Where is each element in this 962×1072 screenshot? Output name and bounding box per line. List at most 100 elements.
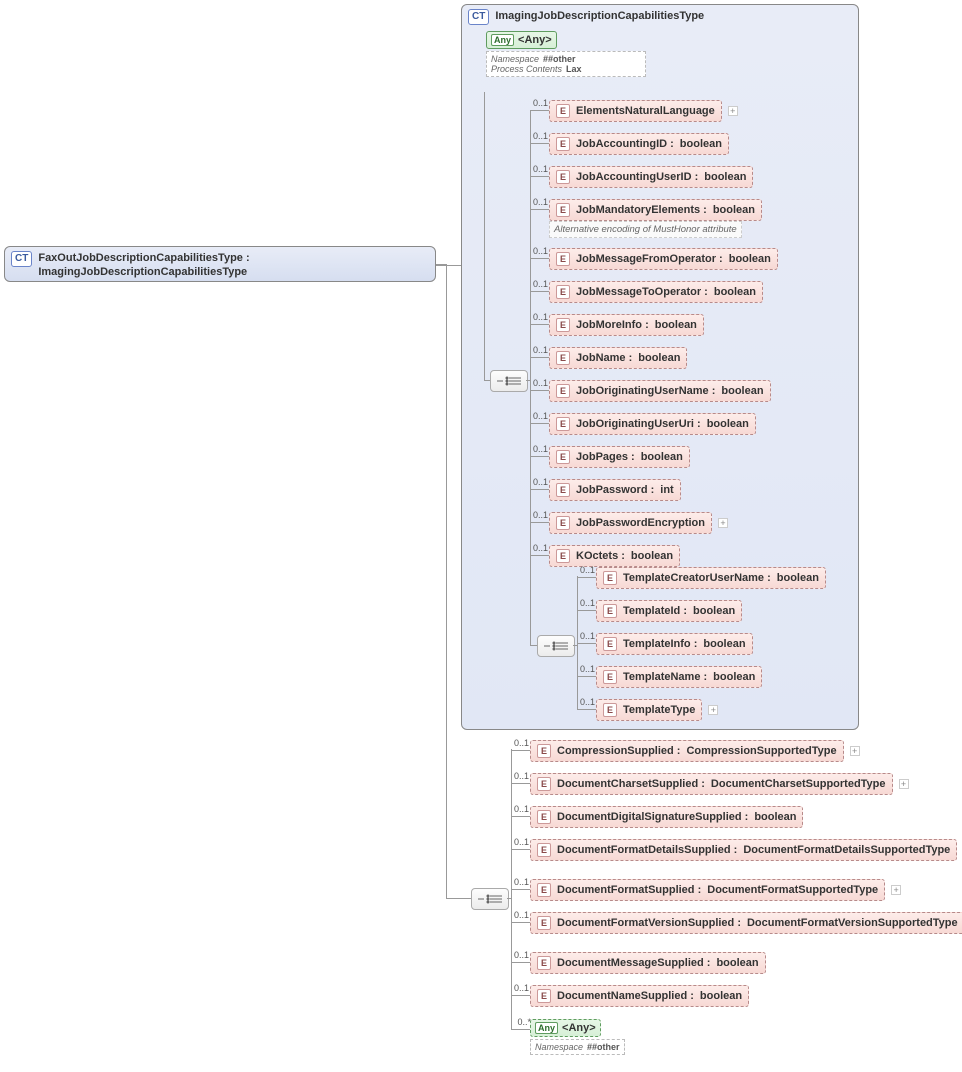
element-box[interactable]: EDocumentFormatDetailsSupplied : Documen…: [530, 839, 957, 861]
element-box[interactable]: EJobOriginatingUserName : boolean: [549, 380, 771, 402]
any-details: Namespace##other: [530, 1039, 625, 1055]
any-badge: Any: [535, 1022, 558, 1034]
element-name: JobMessageToOperator :: [576, 286, 708, 298]
element-box[interactable]: EJobOriginatingUserUri : boolean: [549, 413, 756, 435]
element-node: ETemplateType +: [596, 699, 718, 721]
connector-line: [577, 709, 596, 710]
element-box[interactable]: EJobAccountingID : boolean: [549, 133, 729, 155]
connector-line: [511, 849, 530, 850]
element-name: TemplateName :: [623, 671, 707, 683]
connector-line: [530, 423, 549, 424]
element-node: EJobPages : boolean: [549, 446, 690, 468]
element-node: EJobName : boolean: [549, 347, 687, 369]
element-name: DocumentMessageSupplied :: [557, 957, 710, 969]
occurrence-label: 0..1: [499, 804, 529, 814]
element-name: DocumentNameSupplied :: [557, 990, 694, 1002]
element-box[interactable]: E TemplateCreatorUserName : boolean: [596, 567, 826, 589]
element-badge: E: [556, 285, 570, 299]
element-badge: E: [603, 604, 617, 618]
element-box[interactable]: EDocumentCharsetSupplied : DocumentChars…: [530, 773, 893, 795]
connector-line: [573, 645, 577, 646]
element-type: boolean: [641, 451, 683, 463]
element-box[interactable]: ECompressionSupplied : CompressionSuppor…: [530, 740, 844, 762]
element-box[interactable]: EJobMessageFromOperator : boolean: [549, 248, 778, 270]
element-type: boolean: [638, 352, 680, 364]
element-badge: E: [556, 450, 570, 464]
connector-line: [511, 1029, 530, 1030]
element-name: JobAccountingID :: [576, 138, 674, 150]
element-box[interactable]: EJobPages : boolean: [549, 446, 690, 468]
element-box[interactable]: EDocumentFormatSupplied : DocumentFormat…: [530, 879, 885, 901]
expand-icon[interactable]: +: [850, 746, 860, 756]
root-complex-type: CT FaxOutJobDescriptionCapabilitiesType …: [4, 246, 436, 282]
element-box[interactable]: ETemplateName : boolean: [596, 666, 762, 688]
element-badge: E: [603, 571, 617, 585]
occurrence-label: 0..1: [499, 950, 529, 960]
element-badge: E: [537, 883, 551, 897]
element-node: EDocumentFormatDetailsSupplied : Documen…: [530, 839, 962, 861]
element-type: DocumentCharsetSupportedType: [711, 778, 886, 790]
element-type: boolean: [703, 638, 745, 650]
occurrence-label: 0..1: [565, 565, 595, 575]
element-type: boolean: [693, 605, 735, 617]
element-badge: E: [556, 351, 570, 365]
connector-line: [530, 489, 549, 490]
connector-line: [530, 258, 549, 259]
connector-line: [530, 390, 549, 391]
element-type: DocumentFormatSupportedType: [707, 884, 878, 896]
occurrence-label: 0..1: [518, 98, 548, 108]
connector-line: [446, 264, 447, 898]
element-box[interactable]: EJobAccountingUserID : boolean: [549, 166, 753, 188]
occurrence-label: 0..1: [518, 246, 548, 256]
element-box[interactable]: EJobPassword : int: [549, 479, 681, 501]
element-name: JobMoreInfo :: [576, 319, 649, 331]
element-box[interactable]: EDocumentMessageSupplied : boolean: [530, 952, 766, 974]
element-box[interactable]: EDocumentNameSupplied : boolean: [530, 985, 749, 1007]
element-badge: E: [537, 777, 551, 791]
element-box[interactable]: EDocumentDigitalSignatureSupplied : bool…: [530, 806, 803, 828]
expand-icon[interactable]: +: [718, 518, 728, 528]
element-name: TemplateCreatorUserName :: [623, 572, 771, 584]
connector-line: [511, 889, 530, 890]
element-badge: E: [556, 318, 570, 332]
occurrence-label: 0..1: [518, 477, 548, 487]
element-name: TemplateInfo :: [623, 638, 697, 650]
connector-line: [530, 324, 549, 325]
connector-line: [484, 92, 485, 380]
element-type: boolean: [707, 418, 749, 430]
root-type-name: FaxOutJobDescriptionCapabilitiesType : I…: [38, 251, 429, 279]
connector-line: [511, 995, 530, 996]
expand-icon[interactable]: +: [899, 779, 909, 789]
element-badge: E: [537, 744, 551, 758]
element-box[interactable]: EJobMandatoryElements : boolean: [549, 199, 762, 221]
element-box[interactable]: EKOctets : boolean: [549, 545, 680, 567]
element-box[interactable]: ETemplateType: [596, 699, 702, 721]
any-label: <Any>: [518, 34, 552, 46]
occurrence-label: 0..1: [565, 664, 595, 674]
element-badge: E: [603, 703, 617, 717]
element-node: EJobMandatoryElements : boolean: [549, 199, 762, 221]
element-node: EDocumentFormatSupplied : DocumentFormat…: [530, 879, 901, 901]
element-box[interactable]: ETemplateId : boolean: [596, 600, 742, 622]
element-box[interactable]: EElementsNaturalLanguage: [549, 100, 722, 122]
expand-icon[interactable]: +: [728, 106, 738, 116]
element-box[interactable]: EJobMoreInfo : boolean: [549, 314, 704, 336]
element-box[interactable]: EDocumentFormatVersionSupplied : Documen…: [530, 912, 962, 934]
element-badge: E: [603, 670, 617, 684]
element-node: EJobMoreInfo : boolean: [549, 314, 704, 336]
element-type: int: [660, 484, 673, 496]
occurrence-label: 0..1: [499, 983, 529, 993]
element-node: EKOctets : boolean: [549, 545, 680, 567]
element-box[interactable]: EJobMessageToOperator : boolean: [549, 281, 763, 303]
element-type: boolean: [777, 572, 819, 584]
element-name: JobPasswordEncryption: [576, 517, 705, 529]
expand-icon[interactable]: +: [891, 885, 901, 895]
element-box[interactable]: ETemplateInfo : boolean: [596, 633, 753, 655]
expand-icon[interactable]: +: [708, 705, 718, 715]
element-box[interactable]: EJobName : boolean: [549, 347, 687, 369]
connector-line: [577, 610, 596, 611]
occurrence-label: 0..1: [518, 164, 548, 174]
element-node: EJobMessageToOperator : boolean: [549, 281, 763, 303]
element-box[interactable]: EJobPasswordEncryption: [549, 512, 712, 534]
element-name: JobOriginatingUserName :: [576, 385, 715, 397]
